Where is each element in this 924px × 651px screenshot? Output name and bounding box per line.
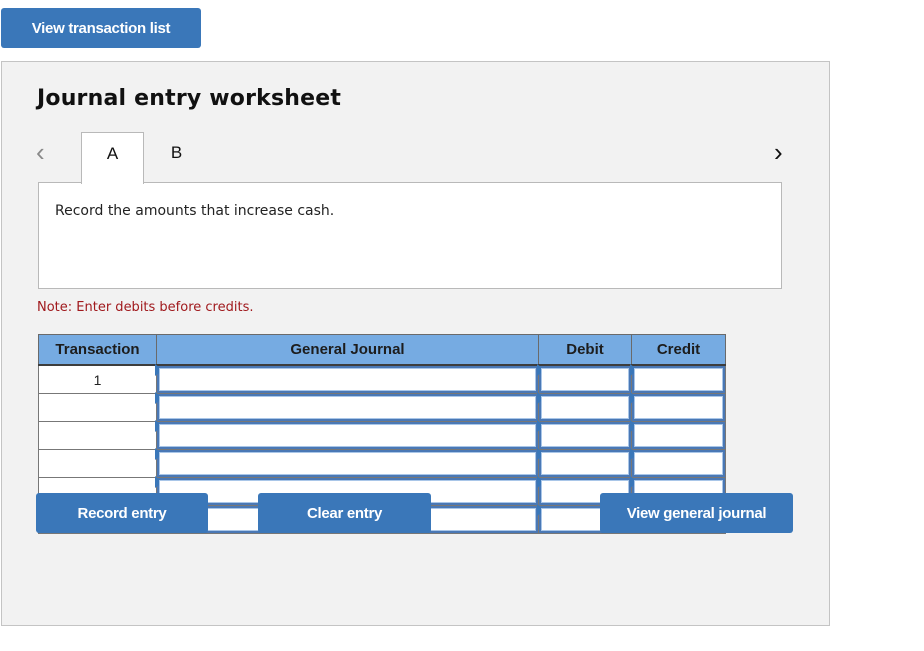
debit-input[interactable] [541,368,629,391]
worksheet-title: Journal entry worksheet [37,86,342,111]
debit-input[interactable] [541,452,629,475]
tab-a[interactable]: A [81,132,144,184]
general-journal-input[interactable] [159,368,536,391]
table-row [38,392,726,422]
general-journal-input[interactable] [159,452,536,475]
credit-input[interactable] [634,368,723,391]
debit-input-cell [537,392,632,422]
column-header-transaction: Transaction [38,334,157,366]
record-entry-button[interactable]: Record entry [36,493,208,533]
general-journal-input[interactable] [159,396,536,419]
column-header-credit: Credit [631,334,726,366]
tab-b[interactable]: B [145,132,208,182]
instruction-text: Record the amounts that increase cash. [55,203,335,219]
table-header-row: Transaction General Journal Debit Credit [38,334,726,366]
table-row [38,420,726,450]
credit-input-cell [630,364,726,394]
column-header-general-journal: General Journal [156,334,539,366]
debit-input-cell [537,364,632,394]
credit-input-cell [630,448,726,478]
transaction-number-cell [38,393,157,422]
credit-input[interactable] [634,396,723,419]
credit-input[interactable] [634,424,723,447]
journal-entry-worksheet-panel: Journal entry worksheet ‹ A B › Record t… [1,61,830,626]
credit-input-cell [630,420,726,450]
general-journal-input[interactable] [159,424,536,447]
credit-input-cell [630,392,726,422]
transaction-number-cell [38,421,157,450]
chevron-right-icon[interactable]: › [774,138,794,166]
clear-entry-button[interactable]: Clear entry [258,493,431,533]
note-text: Note: Enter debits before credits. [37,300,254,315]
transaction-number-cell: 1 [38,364,157,394]
general-journal-input-cell [155,392,539,422]
debit-input-cell [537,420,632,450]
table-row [38,448,726,478]
chevron-left-icon[interactable]: ‹ [36,138,56,166]
debit-input-cell [537,448,632,478]
general-journal-input-cell [155,420,539,450]
view-transaction-list-button[interactable]: View transaction list [1,8,201,48]
general-journal-input-cell [155,364,539,394]
general-journal-input-cell [155,448,539,478]
debit-input[interactable] [541,424,629,447]
debit-input[interactable] [541,396,629,419]
instruction-box: Record the amounts that increase cash. [38,182,782,289]
view-general-journal-button[interactable]: View general journal [600,493,793,533]
credit-input[interactable] [634,452,723,475]
table-row: 1 [38,364,726,394]
column-header-debit: Debit [538,334,632,366]
transaction-number-cell [38,449,157,478]
